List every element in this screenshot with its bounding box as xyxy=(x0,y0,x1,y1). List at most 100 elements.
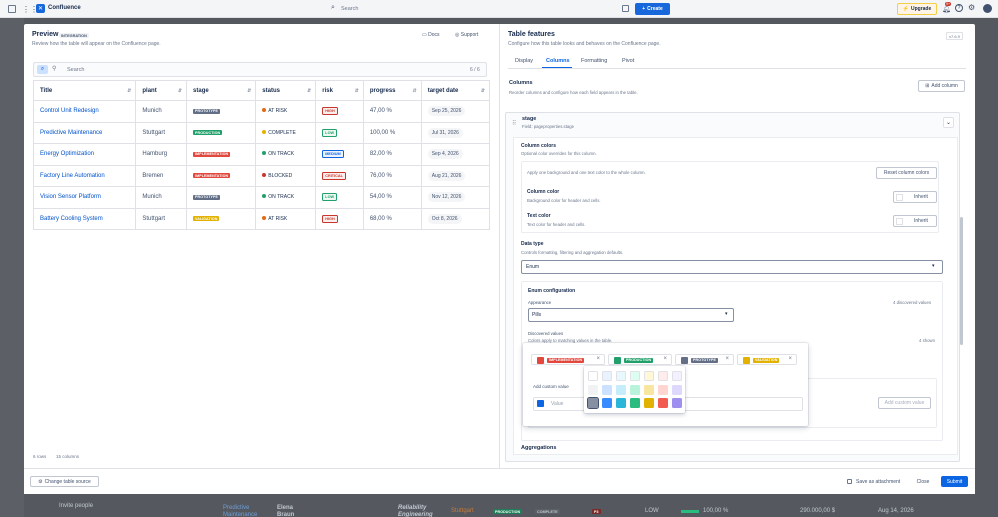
docs-link[interactable]: ▭ Docs xyxy=(422,32,440,38)
field-key: Field: pageproperties.stage xyxy=(522,124,575,129)
tab-formatting[interactable]: Formatting xyxy=(581,58,607,64)
palette-swatch[interactable] xyxy=(630,385,640,395)
sort-icon[interactable]: ⇵ xyxy=(413,88,417,94)
sort-icon[interactable]: ⇵ xyxy=(481,88,485,94)
palette-swatch[interactable] xyxy=(602,371,612,381)
palette-swatch[interactable] xyxy=(588,385,598,395)
title-link[interactable]: Battery Cooling System xyxy=(40,216,103,222)
remove-tag-icon[interactable]: × xyxy=(725,356,729,362)
palette-swatch[interactable] xyxy=(644,385,654,395)
column-header-target-date[interactable]: target date ⇵ xyxy=(420,80,491,101)
palette-swatch[interactable] xyxy=(644,371,654,381)
reset-column-colors-button[interactable]: Reset column colors xyxy=(876,167,937,179)
search-icon[interactable]: ⌕ xyxy=(37,65,48,74)
filter-icon[interactable]: ⚲ xyxy=(52,65,56,72)
title-link[interactable]: Vision Sensor Platform xyxy=(40,194,101,200)
appearance-select[interactable] xyxy=(528,308,734,322)
title-link[interactable]: Energy Optimization xyxy=(40,151,94,157)
support-link[interactable]: ◎ Support xyxy=(455,32,478,38)
create-button[interactable]: + Create xyxy=(635,3,670,15)
preview-search-input[interactable]: Search xyxy=(67,67,84,73)
cell-title: Predictive Maintenance xyxy=(32,121,137,144)
enum-value-tag[interactable]: PROTOTYPE × xyxy=(675,354,734,365)
sort-icon[interactable]: ⇵ xyxy=(178,88,182,94)
shown-count: 4 shown xyxy=(919,338,936,343)
column-header-stage[interactable]: stage ⇵ xyxy=(186,80,257,101)
tag-color-swatch[interactable] xyxy=(681,356,688,364)
palette-swatch[interactable] xyxy=(602,385,612,395)
tab-columns[interactable]: Columns xyxy=(546,58,570,64)
palette-swatch[interactable] xyxy=(672,371,682,381)
drag-handle-icon[interactable]: ⠿ xyxy=(512,120,516,127)
notifications-icon[interactable]: 🔔︎ xyxy=(942,5,951,13)
table-row: Control Unit Redesign Munich PROTOTYPE AT R… xyxy=(32,100,491,123)
column-header-status[interactable]: status ⇵ xyxy=(255,80,317,101)
global-search-input[interactable]: Search xyxy=(341,6,358,12)
cell-target-date: Nov 12, 2026 xyxy=(420,186,491,209)
column-header-title[interactable]: Title ⇵ xyxy=(32,80,137,101)
sort-icon[interactable]: ⇵ xyxy=(247,88,251,94)
tag-color-swatch[interactable] xyxy=(614,356,621,364)
title-link[interactable]: Factory Line Automation xyxy=(40,173,105,179)
save-attachment-checkbox[interactable] xyxy=(847,479,852,484)
palette-swatch[interactable] xyxy=(588,371,598,381)
text-color-select[interactable]: Inherit xyxy=(893,215,937,227)
table-row: Battery Cooling System Stuttgart VALIDATIO… xyxy=(32,207,491,230)
remove-tag-icon[interactable]: × xyxy=(596,356,600,362)
confluence-logo-icon[interactable]: ✕ xyxy=(36,4,45,13)
palette-swatch[interactable] xyxy=(587,397,599,409)
settings-icon[interactable]: ⚙ xyxy=(968,3,975,12)
tab-display[interactable]: Display xyxy=(515,58,533,64)
submit-button[interactable]: Submit xyxy=(941,476,968,487)
palette-swatch[interactable] xyxy=(630,398,640,408)
title-link[interactable]: Control Unit Redesign xyxy=(40,108,99,114)
tag-color-swatch[interactable] xyxy=(743,356,750,364)
shortcut-icon[interactable] xyxy=(622,5,629,12)
app-name[interactable]: Confluence xyxy=(48,5,81,11)
palette-swatch[interactable] xyxy=(672,398,682,408)
enum-value-tag[interactable]: VALIDATION × xyxy=(737,354,797,365)
enum-value-tag[interactable]: PRODUCTION × xyxy=(608,354,672,365)
add-column-button[interactable]: ⊞ Add column xyxy=(918,80,965,92)
remove-tag-icon[interactable]: × xyxy=(663,356,667,362)
change-table-source-button[interactable]: ⚙ Change table source xyxy=(30,476,99,487)
palette-swatch[interactable] xyxy=(616,398,626,408)
sidebar-toggle-icon[interactable] xyxy=(8,5,16,13)
close-button[interactable]: Close xyxy=(913,476,933,487)
column-color-select[interactable]: Inherit xyxy=(893,191,937,203)
custom-value-color-swatch[interactable] xyxy=(537,400,544,407)
apply-colors-desc: Apply one background and one text color … xyxy=(527,170,646,175)
sort-icon[interactable]: ⇵ xyxy=(127,88,131,94)
enum-value-tag[interactable]: IMPLEMENTATION × xyxy=(531,354,605,365)
palette-swatch[interactable] xyxy=(658,371,668,381)
upgrade-button[interactable]: ⚡ Upgrade xyxy=(897,3,937,15)
tag-color-swatch[interactable] xyxy=(537,356,544,364)
palette-swatch[interactable] xyxy=(630,371,640,381)
add-custom-value-button[interactable]: Add custom value xyxy=(878,397,931,409)
palette-swatch[interactable] xyxy=(658,398,668,408)
help-icon[interactable]: ? xyxy=(955,4,963,12)
appearance-value: Pills xyxy=(532,312,542,318)
sort-icon[interactable]: ⇵ xyxy=(355,88,359,94)
status-label: AT RISK xyxy=(268,108,288,115)
palette-swatch[interactable] xyxy=(616,371,626,381)
tab-pivot[interactable]: Pivot xyxy=(622,58,634,64)
palette-swatch[interactable] xyxy=(602,398,612,408)
remove-tag-icon[interactable]: × xyxy=(788,356,792,362)
cell-title: Energy Optimization xyxy=(32,143,137,166)
data-type-select[interactable] xyxy=(521,260,943,274)
collapse-chevron-icon[interactable]: ⌄ xyxy=(943,117,954,128)
column-header-risk[interactable]: risk ⇵ xyxy=(315,80,364,101)
panel-scrollbar[interactable] xyxy=(960,217,963,345)
cell-title: Vision Sensor Platform xyxy=(32,186,137,209)
cell-status: BLOCKED xyxy=(255,164,317,187)
column-header-progress[interactable]: progress ⇵ xyxy=(362,80,422,101)
column-header-plant[interactable]: plant ⇵ xyxy=(135,80,188,101)
sort-icon[interactable]: ⇵ xyxy=(307,88,311,94)
palette-swatch[interactable] xyxy=(658,385,668,395)
palette-swatch[interactable] xyxy=(616,385,626,395)
palette-swatch[interactable] xyxy=(644,398,654,408)
palette-swatch[interactable] xyxy=(672,385,682,395)
avatar[interactable] xyxy=(983,4,992,13)
title-link[interactable]: Predictive Maintenance xyxy=(40,130,102,136)
